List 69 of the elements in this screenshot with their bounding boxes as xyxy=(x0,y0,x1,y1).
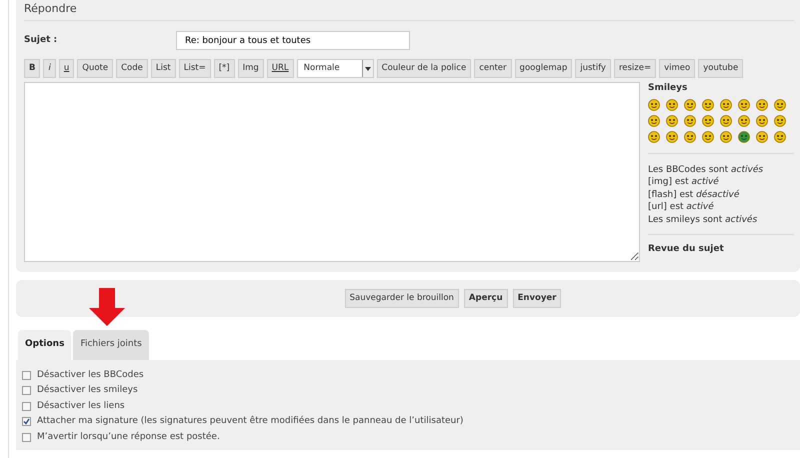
bbcode-button[interactable]: Quote xyxy=(77,59,114,78)
bbcode-button[interactable]: center xyxy=(474,59,512,78)
sidebar-title: Smileys xyxy=(648,82,688,95)
bbcode-button[interactable]: googlemap xyxy=(514,59,572,78)
checkbox[interactable] xyxy=(22,402,31,411)
subject-field[interactable]: Re: bonjour a tous et toutes xyxy=(176,31,410,50)
smiley-icon[interactable] xyxy=(720,98,732,110)
smiley-icon[interactable] xyxy=(702,114,714,126)
smiley-icon[interactable] xyxy=(738,130,750,142)
status-text: Les BBCodes sont activés xyxy=(648,164,764,176)
smiley-icon[interactable] xyxy=(738,114,750,126)
section-heading: Répondre xyxy=(24,0,794,21)
bbcode-button[interactable]: resize= xyxy=(614,59,656,78)
smiley-icon[interactable] xyxy=(720,130,732,142)
font-size-select[interactable]: Normale xyxy=(296,59,374,78)
checkbox[interactable] xyxy=(22,432,31,442)
bbcode-button[interactable]: vimeo xyxy=(659,59,696,78)
smiley-icon[interactable] xyxy=(648,98,660,110)
tab[interactable]: Options xyxy=(18,330,72,360)
checkbox[interactable] xyxy=(22,386,31,396)
submit-button[interactable]: Envoyer xyxy=(512,289,562,308)
checkbox[interactable] xyxy=(22,417,31,426)
status-text: [img] est activé xyxy=(648,176,720,188)
submit-button[interactable]: Aperçu xyxy=(464,289,508,308)
bbcode-button[interactable]: justify xyxy=(575,59,611,78)
bbcode-button[interactable]: [*] xyxy=(214,59,235,78)
smiley-icon[interactable] xyxy=(774,98,786,110)
smiley-icon[interactable] xyxy=(666,114,678,126)
status-text: [url] est activé xyxy=(648,201,715,214)
checkbox[interactable] xyxy=(22,370,31,380)
bbcode-button[interactable]: List= xyxy=(178,59,211,78)
smiley-icon[interactable] xyxy=(684,130,696,142)
smiley-icon[interactable] xyxy=(702,130,714,142)
field-label: Sujet : xyxy=(24,34,58,47)
bbcode-button[interactable]: i xyxy=(43,59,56,78)
option-label: Attacher ma signature (les signatures peuvent être modifiées dans le panneau de l’utilisateur) xyxy=(37,415,464,428)
smiley-icon[interactable] xyxy=(702,98,714,110)
option-label: Désactiver les smileys xyxy=(37,384,138,397)
option-label: M’avertir lorsqu’une réponse est postée. xyxy=(37,430,220,444)
smiley-icon[interactable] xyxy=(648,114,660,126)
bbcode-button[interactable]: youtube xyxy=(698,59,744,78)
smiley-icon[interactable] xyxy=(684,98,696,110)
submit-button[interactable]: Sauvegarder le brouillon xyxy=(344,289,459,308)
option-label: Désactiver les BBCodes xyxy=(37,368,144,382)
smiley-icon[interactable] xyxy=(666,130,678,142)
smiley-icon[interactable] xyxy=(774,130,786,142)
bbcode-button[interactable]: B xyxy=(24,59,40,78)
bbcode-button[interactable]: u xyxy=(58,59,74,78)
smiley-icon[interactable] xyxy=(648,130,660,142)
smiley-icon[interactable] xyxy=(684,114,696,126)
smiley-icon[interactable] xyxy=(756,98,768,110)
option-label: Désactiver les liens xyxy=(37,400,125,412)
caret-icon xyxy=(364,66,371,70)
bbcode-button[interactable]: Img xyxy=(238,59,264,78)
status-text: [flash] est désactivé xyxy=(648,188,740,201)
smiley-icon[interactable] xyxy=(720,114,732,126)
bbcode-button[interactable]: List xyxy=(150,59,176,78)
smiley-icon[interactable] xyxy=(756,130,768,142)
bbcode-button[interactable]: URL xyxy=(266,59,294,78)
smiley-icon[interactable] xyxy=(738,98,750,110)
bbcode-button[interactable]: Code xyxy=(116,59,148,78)
tab[interactable]: Fichiers joints xyxy=(73,330,149,360)
arrow-icon xyxy=(89,288,125,326)
sidebar-title: Revue du sujet xyxy=(648,243,725,256)
smiley-icon[interactable] xyxy=(666,98,678,110)
bbcode-button[interactable]: Couleur de la police xyxy=(376,59,472,78)
status-text: Les smileys sont activés xyxy=(648,214,758,226)
smiley-icon[interactable] xyxy=(774,114,786,126)
smiley-icon[interactable] xyxy=(756,114,768,126)
